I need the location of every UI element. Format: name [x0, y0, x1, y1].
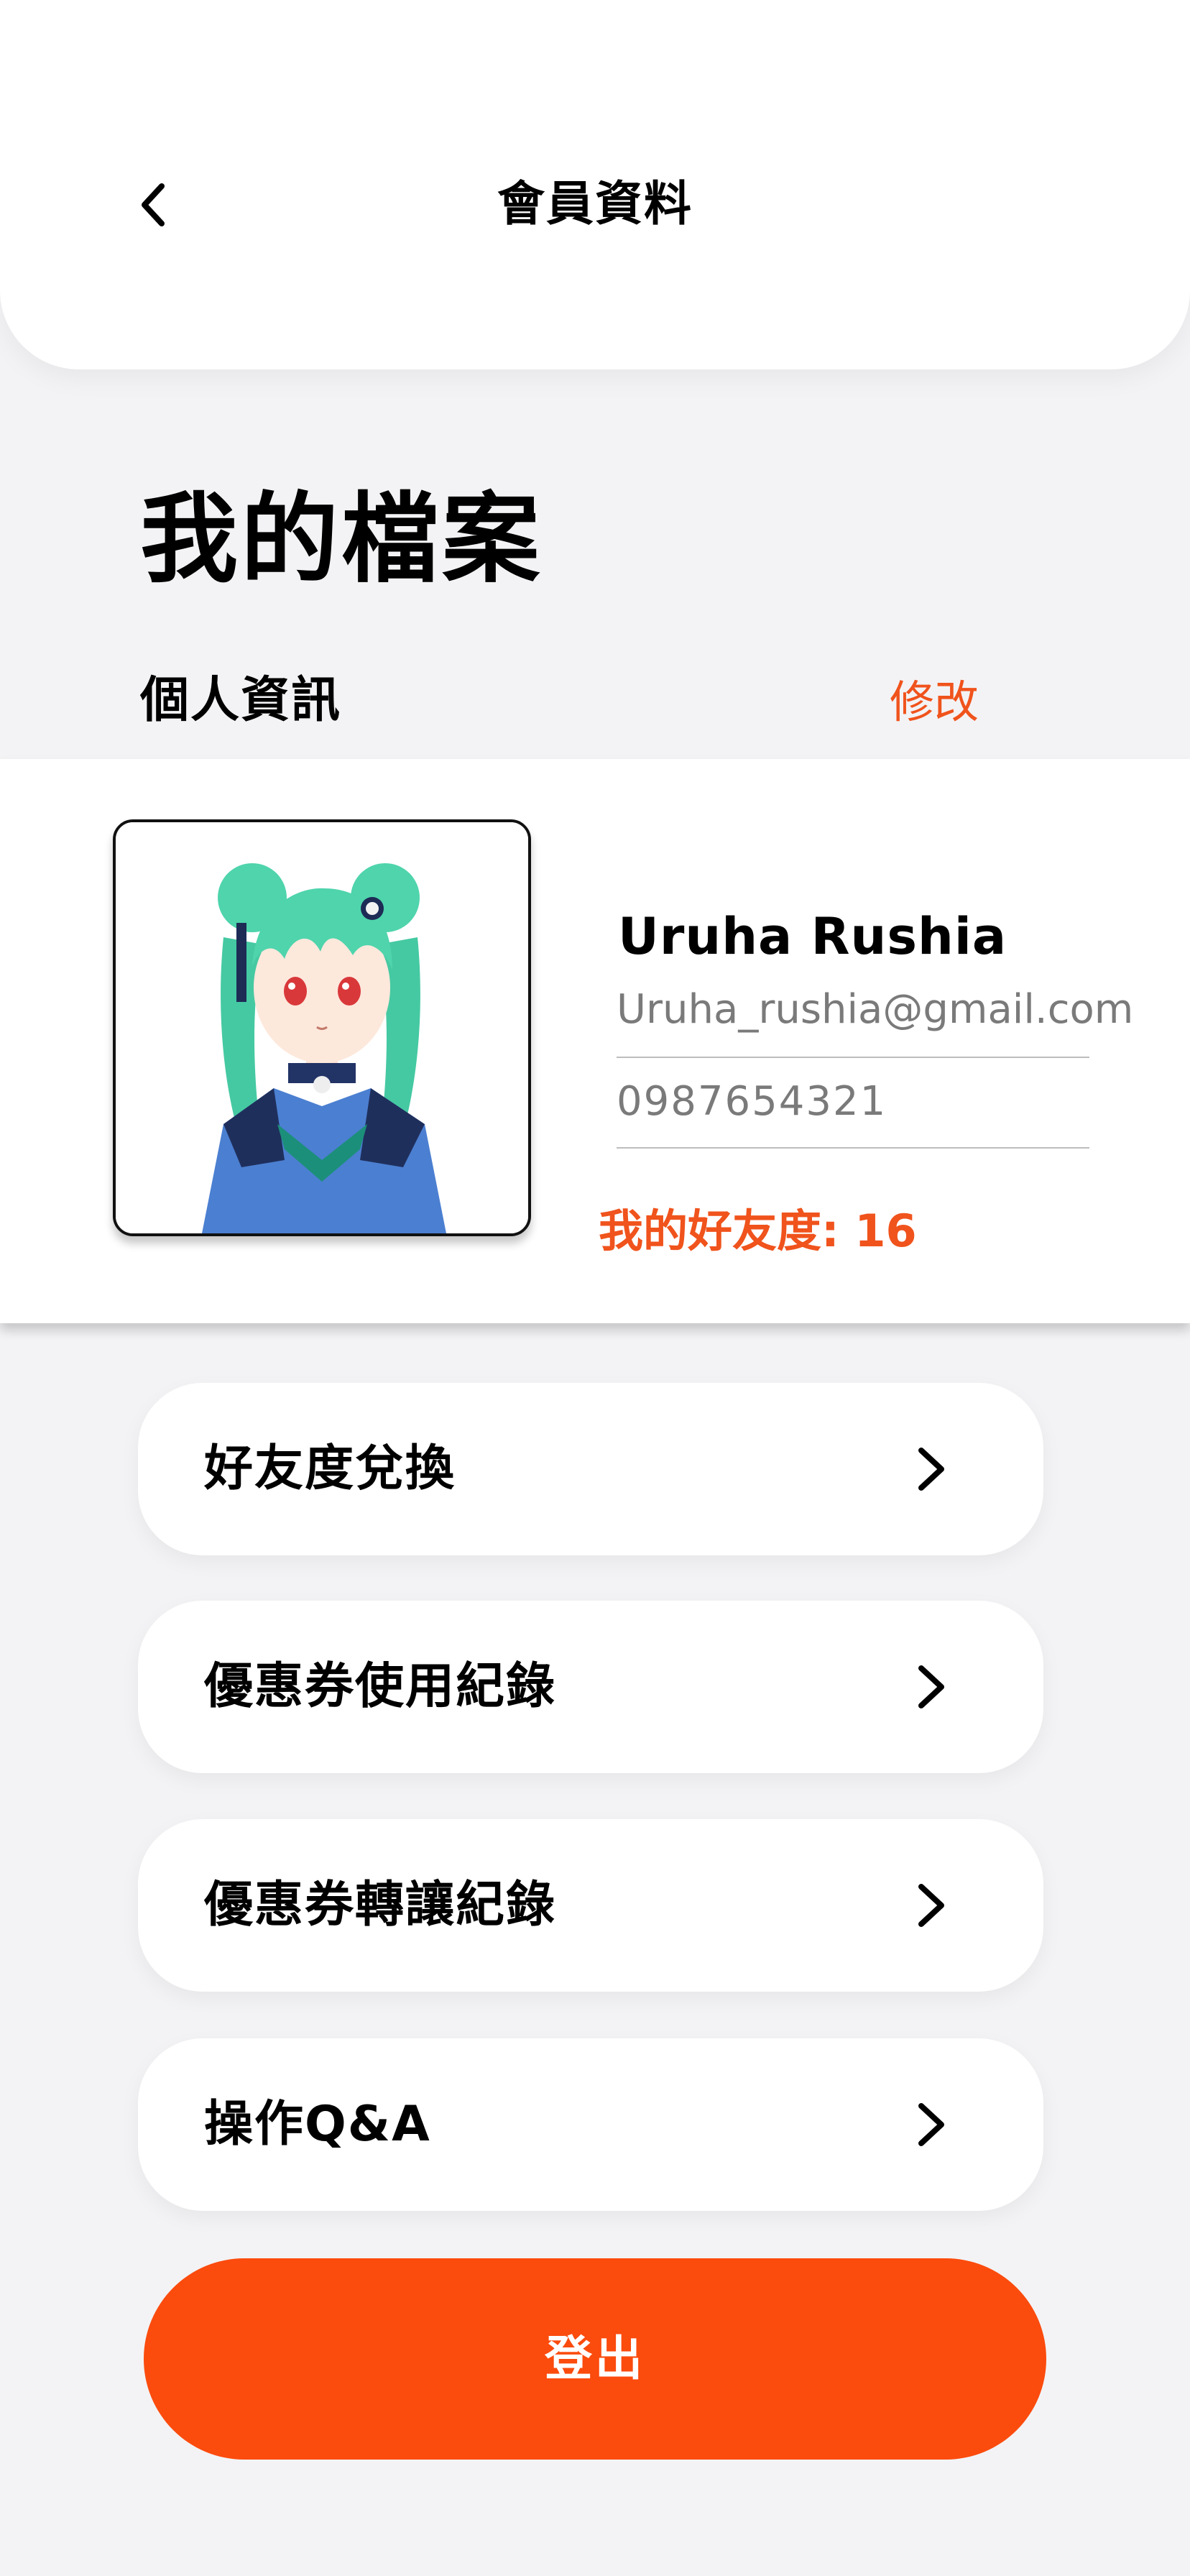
user-avatar-illustration [116, 822, 528, 1233]
chevron-right-icon [918, 2103, 944, 2146]
chevron-right-icon [918, 1448, 944, 1491]
menu-item-label: 優惠券使用紀錄 [204, 1658, 557, 1715]
page-title: 我的檔案 [140, 483, 543, 597]
phone-field: 0987654321 [617, 1078, 887, 1125]
menu-item-label: 好友度兌換 [204, 1440, 456, 1497]
menu-item-coupon-usage-history[interactable]: 優惠券使用紀錄 [138, 1601, 1043, 1773]
menu-item-qa[interactable]: 操作Q&A [138, 2038, 1043, 2211]
logout-button[interactable]: 登出 [144, 2258, 1046, 2460]
avatar[interactable] [113, 819, 531, 1236]
menu-item-label: 操作Q&A [204, 2096, 431, 2153]
friendship-level: 我的好友度: 16 [599, 1205, 917, 1257]
chevron-right-icon [918, 1884, 944, 1927]
section-title: 個人資訊 [140, 672, 342, 729]
header-title: 會員資料 [497, 176, 693, 231]
edit-button[interactable]: 修改 [890, 666, 979, 730]
email-divider [617, 1057, 1089, 1058]
menu-item-friendship-exchange[interactable]: 好友度兌換 [138, 1383, 1043, 1555]
user-name: Uruha Rushia [618, 907, 1007, 966]
email-field: Uruha_rushia@gmail.com [617, 986, 1134, 1033]
header-bar: 會員資料 [0, 0, 1190, 369]
phone-divider [617, 1147, 1089, 1149]
menu-item-coupon-transfer-history[interactable]: 優惠券轉讓紀錄 [138, 1819, 1043, 1992]
menu-item-label: 優惠券轉讓紀錄 [204, 1877, 557, 1933]
chevron-right-icon [918, 1665, 944, 1708]
